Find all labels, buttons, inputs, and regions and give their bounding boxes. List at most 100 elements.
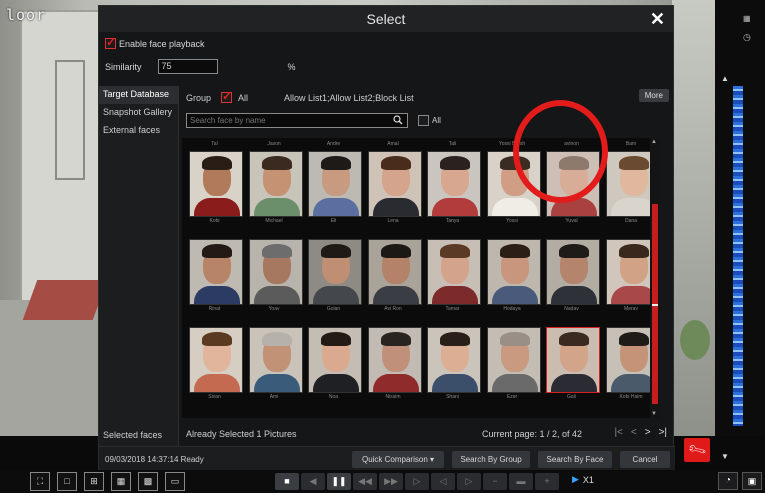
group-all-checkbox[interactable]	[221, 89, 232, 103]
frame-forward-icon[interactable]: ▷	[457, 473, 481, 490]
face-photo[interactable]	[189, 239, 243, 305]
search-input[interactable]: Search face by name	[186, 113, 408, 128]
face-photo[interactable]	[189, 151, 243, 217]
face-photo[interactable]	[486, 327, 541, 393]
face-card[interactable]: Tal Kobi	[186, 138, 243, 226]
face-card[interactable]: Amal Lena	[365, 138, 422, 226]
face-card[interactable]: Yossi Brosh Yossi	[484, 138, 541, 226]
face-photo[interactable]	[308, 151, 362, 217]
first-page-icon[interactable]: |<	[614, 427, 622, 438]
layout-4-icon[interactable]: ⊞	[84, 472, 104, 491]
close-icon[interactable]: ✕	[650, 6, 665, 32]
play-icon[interactable]: ▶	[572, 474, 579, 485]
face-photo[interactable]	[367, 151, 422, 217]
face-name: Ami	[269, 394, 279, 400]
layout-1-icon[interactable]: □	[57, 472, 77, 491]
zoom-out-icon[interactable]: −	[483, 473, 507, 490]
face-photo[interactable]	[546, 151, 600, 217]
timeline-record-bar[interactable]	[733, 86, 743, 426]
face-card[interactable]: Avi Ron	[365, 226, 422, 314]
clock-button-icon[interactable]: ◔	[718, 472, 738, 490]
layout-9-icon[interactable]: ▦	[111, 472, 131, 491]
prev-page-icon[interactable]: <	[631, 427, 637, 438]
face-card[interactable]: Andre Eli	[305, 138, 362, 226]
sidebar-item-selected-faces[interactable]: Selected faces	[103, 430, 162, 440]
face-photo[interactable]	[189, 327, 243, 393]
face-photo[interactable]	[546, 239, 600, 305]
face-photo[interactable]	[486, 151, 541, 217]
zoom-reset-icon[interactable]: ▬	[509, 473, 533, 490]
face-photo[interactable]	[367, 327, 422, 393]
enable-face-playback-row[interactable]: Enable face playback	[105, 35, 205, 49]
face-card[interactable]: Gali	[543, 314, 600, 402]
face-card[interactable]: Jason Michael	[246, 138, 303, 226]
wrench-icon[interactable]: 🔧︎	[684, 438, 710, 462]
face-card[interactable]: Hodaya	[484, 226, 541, 314]
layout-16-icon[interactable]: ▩	[138, 472, 158, 491]
face-card[interactable]: Ami	[246, 314, 303, 402]
fullscreen-layout-icon[interactable]: ⛶	[30, 472, 50, 491]
zoom-in-icon[interactable]: +	[535, 473, 559, 490]
sidebar-item-external-faces[interactable]: External faces	[99, 122, 178, 140]
face-card[interactable]: Nadav	[543, 226, 600, 314]
face-card[interactable]: Sivan	[186, 314, 243, 402]
last-page-icon[interactable]: >|	[659, 427, 667, 438]
scroll-up-icon[interactable]: ▲	[651, 139, 657, 145]
face-photo[interactable]	[367, 239, 422, 305]
timeline-up-arrow-icon[interactable]: ▲	[721, 74, 729, 83]
face-photo[interactable]	[248, 151, 303, 217]
face-card[interactable]: Shani	[424, 314, 481, 402]
enable-face-playback-checkbox[interactable]	[105, 35, 116, 49]
snapshot-icon[interactable]: ▣	[742, 472, 762, 490]
face-photo[interactable]	[248, 327, 303, 393]
timeline-down-arrow-icon[interactable]: ▼	[721, 452, 729, 461]
quick-comparison-dropdown[interactable]: Quick Comparison ▾	[352, 451, 444, 468]
search-by-face-button[interactable]: Search By Face	[538, 451, 612, 468]
face-card[interactable]: Tali Tanya	[424, 138, 481, 226]
next-page-icon[interactable]: >	[645, 427, 651, 438]
face-card[interactable]: Nissim	[365, 314, 422, 402]
face-grid-scrollbar[interactable]: ▲ ▼	[650, 138, 660, 418]
search-icon[interactable]	[393, 115, 403, 125]
search-all-checkbox[interactable]	[418, 115, 429, 126]
face-photo-hair	[440, 244, 470, 258]
face-card[interactable]: avinon Yuval	[543, 138, 600, 226]
face-photo-body	[253, 374, 300, 392]
face-browser: Group All Allow List1;Allow List2;Block …	[180, 86, 675, 446]
face-card[interactable]: Tamar	[424, 226, 481, 314]
face-card[interactable]: Yoav	[246, 226, 303, 314]
face-photo[interactable]	[248, 239, 303, 305]
pause-icon[interactable]: ❚❚	[327, 473, 351, 490]
monitor-icon[interactable]: ▭	[165, 472, 185, 491]
rewind-icon[interactable]: ◀◀	[353, 473, 377, 490]
frame-back-icon[interactable]: ◁	[431, 473, 455, 490]
play-speed[interactable]: ▶ X1	[572, 474, 594, 485]
face-photo[interactable]	[427, 239, 481, 305]
reverse-play-icon[interactable]: ◀	[301, 473, 325, 490]
timeline-panel[interactable]: ▦ ◷ ▲ ▼	[715, 0, 765, 461]
face-photo[interactable]	[308, 239, 362, 305]
scroll-down-icon[interactable]: ▼	[651, 411, 657, 417]
face-card[interactable]: Noa	[305, 314, 362, 402]
search-by-group-button[interactable]: Search By Group	[452, 451, 530, 468]
face-photo[interactable]	[427, 327, 481, 393]
more-button[interactable]: More	[638, 89, 669, 102]
face-card[interactable]: Golan	[305, 226, 362, 314]
face-photo[interactable]	[486, 239, 541, 305]
calendar-icon[interactable]: ▦	[743, 14, 751, 23]
cancel-button[interactable]: Cancel	[620, 451, 670, 468]
slow-icon[interactable]: ▷	[405, 473, 429, 490]
stop-icon[interactable]: ■	[275, 473, 299, 490]
sidebar-item-target-database[interactable]: Target Database	[99, 86, 178, 104]
similarity-input[interactable]: 75	[157, 59, 218, 74]
fast-forward-icon[interactable]: ▶▶	[379, 473, 403, 490]
face-top-name: Tali	[448, 141, 457, 147]
face-photo[interactable]	[308, 327, 362, 393]
face-card[interactable]: Ezer	[484, 314, 541, 402]
face-photo[interactable]	[427, 151, 481, 217]
face-photo[interactable]	[546, 327, 600, 393]
face-top-name: Yossi Brosh	[498, 141, 526, 147]
face-card[interactable]: Rinat	[186, 226, 243, 314]
search-all-row[interactable]: All	[418, 115, 441, 126]
sidebar-item-snapshot-gallery[interactable]: Snapshot Gallery	[99, 104, 178, 122]
